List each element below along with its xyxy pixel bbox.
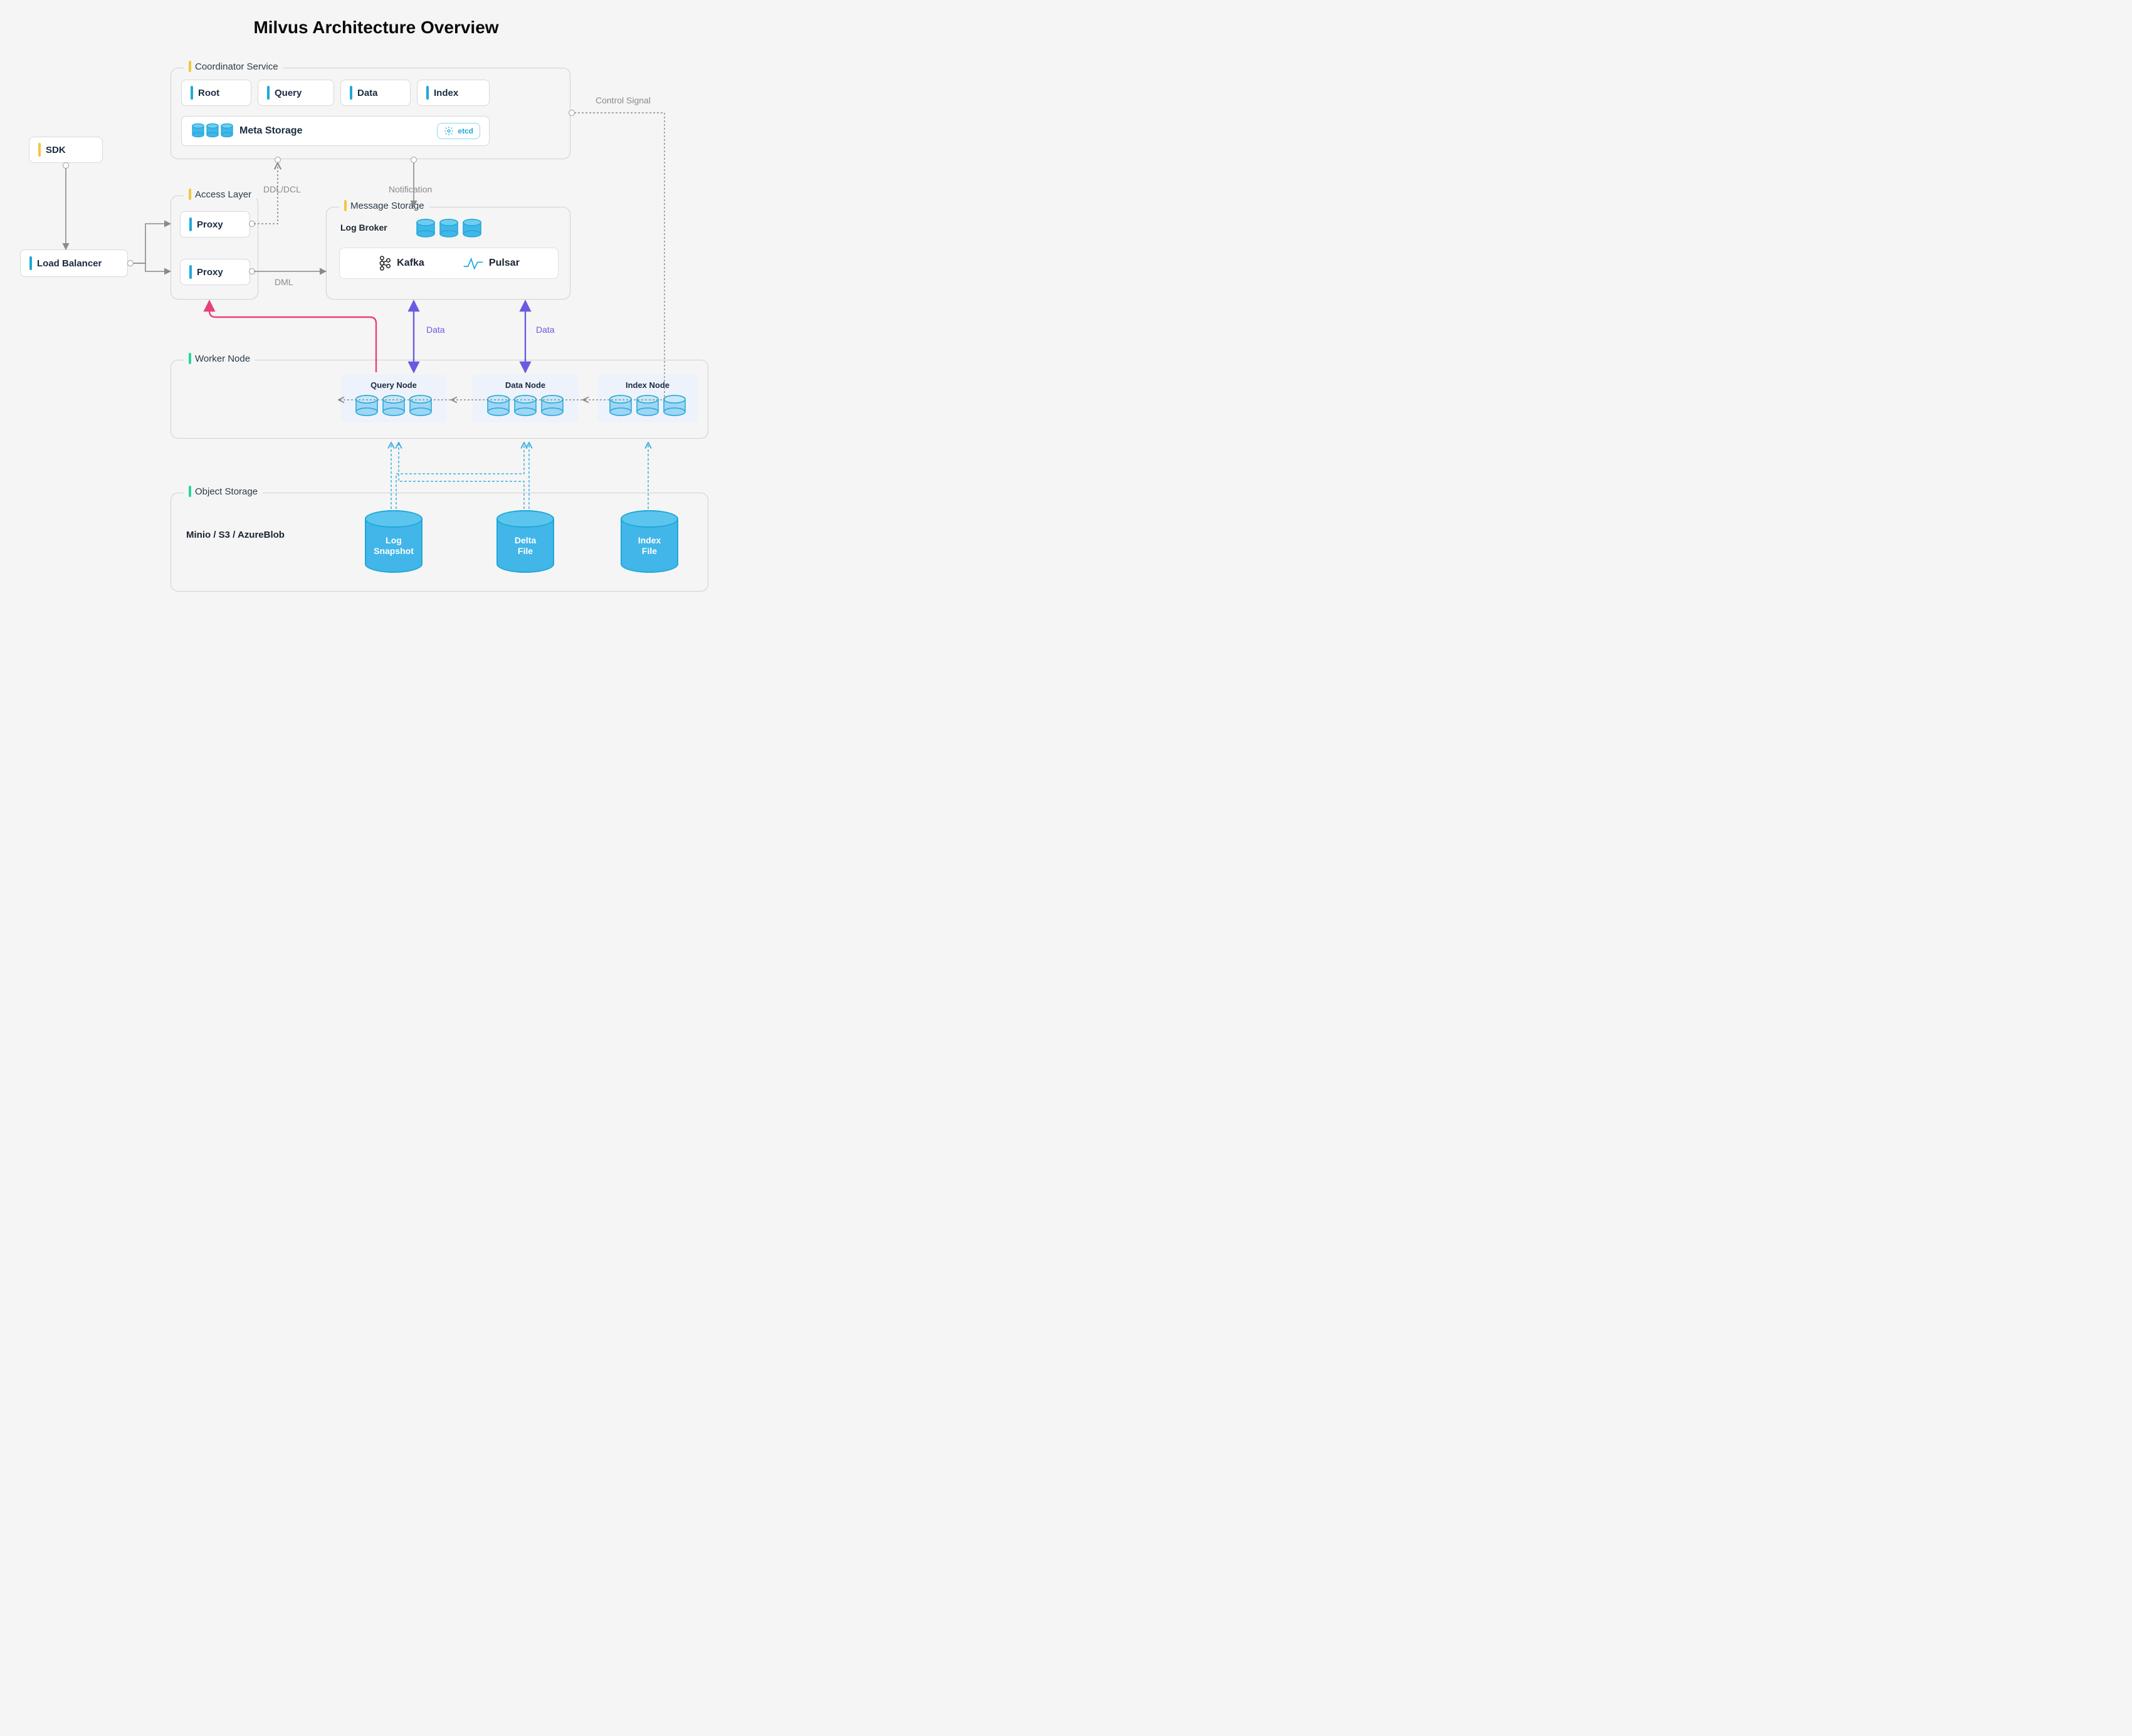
meta-storage-label: Meta Storage bbox=[239, 125, 302, 137]
index-node-label: Index Node bbox=[626, 380, 670, 390]
tick-icon bbox=[189, 189, 191, 200]
tick-icon bbox=[189, 486, 191, 497]
tick-icon bbox=[191, 86, 193, 100]
data-node-label: Data Node bbox=[505, 380, 545, 390]
control-signal-label: Control Signal bbox=[596, 95, 651, 105]
tick-icon bbox=[189, 217, 192, 231]
notification-label: Notification bbox=[389, 184, 432, 194]
group-title: Object Storage bbox=[184, 486, 263, 497]
coord-index-label: Index bbox=[434, 88, 458, 98]
cylinder-trio-icon bbox=[191, 122, 234, 140]
query-node-label: Query Node bbox=[370, 380, 417, 390]
index-file-label: Index File bbox=[638, 535, 661, 557]
kafka-item: Kafka bbox=[378, 255, 424, 271]
pulsar-label: Pulsar bbox=[489, 258, 520, 269]
cylinder-trio-icon bbox=[414, 217, 483, 239]
tick-icon bbox=[38, 143, 41, 157]
tick-icon bbox=[267, 86, 270, 100]
port-dot bbox=[249, 268, 255, 275]
index-node-tile: Index Node bbox=[597, 374, 698, 422]
log-broker-label: Log Broker bbox=[340, 222, 387, 233]
delta-file-cylinder: Delta File bbox=[496, 510, 554, 573]
message-storage-title: Message Storage bbox=[350, 201, 424, 211]
pulsar-icon bbox=[463, 256, 484, 270]
dml-label: DML bbox=[275, 277, 293, 287]
sdk-box: SDK bbox=[29, 137, 103, 163]
cylinder-trio-icon bbox=[607, 394, 688, 417]
log-snapshot-cylinder: Log Snapshot bbox=[365, 510, 423, 573]
proxy-box-2: Proxy bbox=[180, 259, 250, 285]
data-label-1: Data bbox=[426, 325, 445, 335]
load-balancer-label: Load Balancer bbox=[37, 258, 102, 269]
coordinator-title-label: Coordinator Service bbox=[195, 61, 278, 72]
tick-icon bbox=[350, 86, 352, 100]
cylinder-trio-icon bbox=[353, 394, 434, 417]
tick-icon bbox=[29, 256, 32, 270]
cylinder-trio-icon bbox=[485, 394, 566, 417]
coord-data-box: Data bbox=[340, 80, 411, 106]
coord-root-box: Root bbox=[181, 80, 251, 106]
worker-node-group: Worker Node Query Node Data Node Index N… bbox=[171, 360, 708, 439]
sdk-label: SDK bbox=[46, 145, 66, 155]
port-dot bbox=[127, 260, 134, 266]
proxy-label-1: Proxy bbox=[197, 219, 223, 230]
kafka-label: Kafka bbox=[397, 258, 424, 269]
broker-impl-box: Kafka Pulsar bbox=[339, 248, 559, 279]
page-title: Milvus Architecture Overview bbox=[0, 18, 752, 38]
access-layer-group: Access Layer Proxy Proxy bbox=[171, 196, 258, 300]
etcd-badge: etcd bbox=[437, 123, 480, 139]
proxy-label-2: Proxy bbox=[197, 267, 223, 278]
etcd-label: etcd bbox=[458, 127, 473, 135]
coordinator-service-group: Coordinator Service Root Query Data Inde… bbox=[171, 68, 570, 159]
coord-query-box: Query bbox=[258, 80, 334, 106]
port-dot bbox=[63, 162, 69, 169]
tick-icon bbox=[426, 86, 429, 100]
coord-data-label: Data bbox=[357, 88, 378, 98]
coord-index-box: Index bbox=[417, 80, 490, 106]
worker-node-title: Worker Node bbox=[195, 353, 250, 364]
coord-root-label: Root bbox=[198, 88, 219, 98]
pulsar-item: Pulsar bbox=[463, 256, 520, 270]
kafka-icon bbox=[378, 255, 392, 271]
load-balancer-box: Load Balancer bbox=[20, 249, 128, 277]
tick-icon bbox=[189, 61, 191, 72]
coord-query-label: Query bbox=[275, 88, 302, 98]
data-node-tile: Data Node bbox=[472, 374, 579, 422]
message-storage-group: Message Storage Log Broker Kafka Pulsar bbox=[326, 207, 570, 300]
access-layer-title: Access Layer bbox=[195, 189, 251, 200]
providers-label: Minio / S3 / AzureBlob bbox=[186, 530, 285, 540]
proxy-box-1: Proxy bbox=[180, 211, 250, 238]
query-node-tile: Query Node bbox=[340, 374, 447, 422]
port-dot bbox=[249, 221, 255, 227]
ddl-dcl-label: DDL/DCL bbox=[263, 184, 301, 194]
group-title: Message Storage bbox=[339, 200, 429, 211]
object-storage-title: Object Storage bbox=[195, 486, 258, 497]
group-title: Coordinator Service bbox=[184, 61, 283, 72]
group-title: Access Layer bbox=[184, 189, 256, 200]
tick-icon bbox=[344, 200, 347, 211]
tick-icon bbox=[189, 353, 191, 364]
meta-storage-box: Meta Storage etcd bbox=[181, 116, 490, 146]
gear-icon bbox=[444, 126, 454, 136]
log-snapshot-label: Log Snapshot bbox=[374, 535, 414, 557]
data-label-2: Data bbox=[536, 325, 555, 335]
port-dot bbox=[569, 110, 575, 116]
index-file-cylinder: Index File bbox=[621, 510, 678, 573]
delta-file-label: Delta File bbox=[515, 535, 536, 557]
port-dot bbox=[411, 157, 417, 163]
group-title: Worker Node bbox=[184, 353, 255, 364]
port-dot bbox=[275, 157, 281, 163]
tick-icon bbox=[189, 265, 192, 279]
